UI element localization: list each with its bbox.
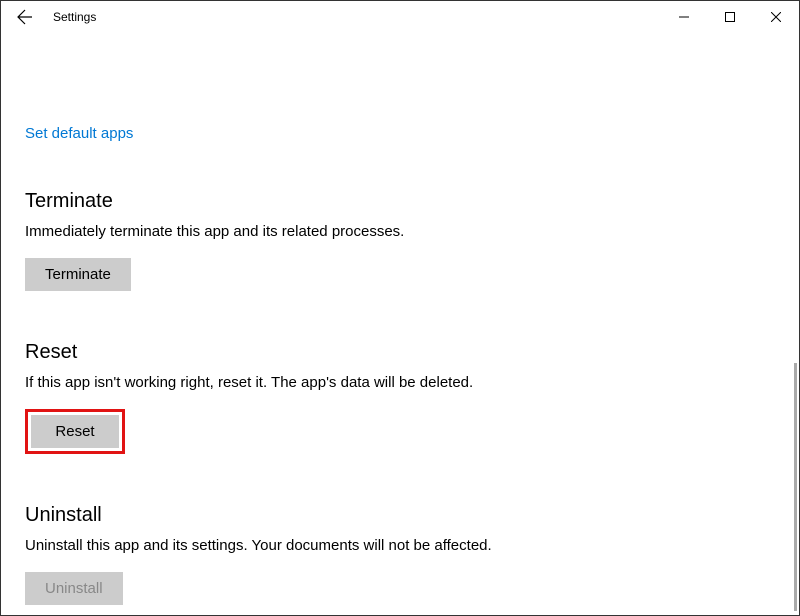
reset-heading: Reset [25, 341, 775, 364]
terminate-button[interactable]: Terminate [25, 258, 131, 291]
close-icon [771, 12, 781, 22]
titlebar: Settings [1, 1, 799, 33]
maximize-button[interactable] [707, 1, 753, 33]
scrollbar[interactable] [794, 363, 797, 611]
uninstall-description: Uninstall this app and its settings. You… [25, 537, 775, 554]
terminate-heading: Terminate [25, 190, 775, 213]
minimize-button[interactable] [661, 1, 707, 33]
back-button[interactable] [9, 1, 41, 33]
reset-description: If this app isn't working right, reset i… [25, 374, 775, 391]
set-default-apps-link[interactable]: Set default apps [25, 125, 133, 142]
uninstall-heading: Uninstall [25, 504, 775, 527]
uninstall-button: Uninstall [25, 572, 123, 605]
content-area: Set default apps Terminate Immediately t… [1, 33, 799, 615]
window-title: Settings [53, 10, 96, 24]
window-controls [661, 1, 799, 33]
arrow-left-icon [17, 9, 33, 25]
terminate-description: Immediately terminate this app and its r… [25, 223, 775, 240]
minimize-icon [679, 12, 689, 22]
reset-button[interactable]: Reset [31, 415, 119, 448]
reset-highlight: Reset [25, 409, 125, 454]
close-button[interactable] [753, 1, 799, 33]
maximize-icon [725, 12, 735, 22]
